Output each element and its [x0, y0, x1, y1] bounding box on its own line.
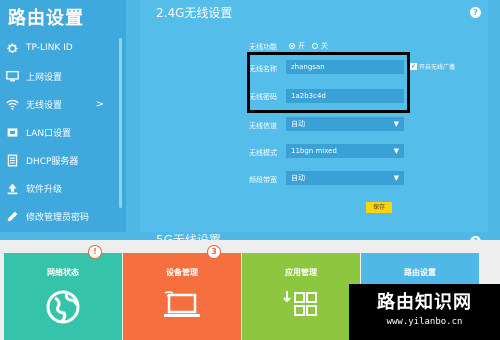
sidebar-item-wireless[interactable]: 无线设置 > — [0, 90, 126, 118]
broadcast-label: 开启无线广播 — [419, 64, 456, 71]
checkmark-icon: ✓ — [410, 63, 417, 70]
broadcast-checkbox[interactable]: ✓ 开启无线广播 — [410, 62, 455, 71]
chevron-down-icon: ▼ — [393, 120, 399, 128]
chevron-right-icon: > — [95, 98, 104, 110]
wireless-off-label: 关 — [321, 42, 328, 50]
tile-network-status[interactable]: ! 网络状态 — [4, 245, 122, 340]
tile-label: 应用管理 — [285, 268, 317, 277]
sidebar-item-label: 软件升级 — [26, 184, 63, 195]
radio-unselected-icon — [312, 43, 318, 49]
globe-icon — [4, 289, 122, 325]
highlight-box — [247, 52, 410, 113]
channel-label: 无线信道 — [249, 122, 277, 130]
apps-grid-icon — [242, 289, 360, 323]
sidebar-item-label: TP-LINK ID — [26, 43, 73, 53]
tile-device-management[interactable]: 3 设备管理 — [123, 245, 241, 340]
tile-label: 设备管理 — [166, 268, 198, 277]
laptop-icon — [123, 289, 241, 321]
channel-value: 自动 — [291, 120, 305, 128]
watermark-url: www.yilanbo.cn — [386, 317, 463, 327]
tile-label: 网络状态 — [47, 268, 79, 277]
wireless-off-radio[interactable]: 关 — [312, 41, 328, 51]
monitor-icon — [5, 69, 19, 83]
sidebar-item-internet[interactable]: 上网设置 — [0, 62, 126, 90]
watermark-title: 路由知识网 — [377, 292, 472, 313]
sidebar-item-label: 无线设置 — [26, 100, 63, 111]
bandwidth-label: 频段带宽 — [249, 176, 277, 184]
chevron-down-icon: ▼ — [393, 174, 399, 182]
sidebar-item-label: LAN口设置 — [26, 128, 72, 139]
wifi-icon — [5, 97, 19, 111]
wireless-function-label: 无线功能 — [249, 43, 277, 51]
mode-value: 11bgn mixed — [291, 147, 337, 155]
bandwidth-value: 自动 — [291, 174, 305, 182]
section-title: 2.4G无线设置 — [156, 6, 233, 20]
mode-select[interactable]: 11bgn mixed ▼ — [286, 144, 404, 158]
wireless-on-radio[interactable]: 开 — [289, 41, 305, 51]
chevron-down-icon: ▼ — [393, 147, 399, 155]
sidebar-item-label: 上网设置 — [26, 72, 63, 83]
save-button[interactable]: 保存 — [366, 202, 392, 213]
sidebar: 路由设置 TP-LINK ID 上网设置 无线设置 > LAN口设置 DHCP服… — [0, 0, 126, 232]
mode-label: 无线模式 — [249, 149, 277, 157]
count-badge: 3 — [207, 245, 221, 259]
channel-select[interactable]: 自动 ▼ — [286, 117, 404, 131]
sidebar-item-dhcp[interactable]: DHCP服务器 — [0, 146, 126, 174]
gear-icon — [5, 41, 19, 55]
sidebar-item-label: DHCP服务器 — [26, 156, 79, 167]
wireless-on-label: 开 — [298, 42, 305, 50]
radio-selected-icon — [289, 43, 295, 49]
sidebar-item-upgrade[interactable]: 软件升级 — [0, 174, 126, 202]
watermark: 路由知识网 www.yilanbo.cn — [349, 284, 500, 340]
sidebar-title: 路由设置 — [8, 8, 84, 29]
wireless-settings-panel: 2.4G无线设置 ? 无线功能 开 关 无线名称 zhangsan 无线密码 1… — [140, 0, 488, 247]
sidebar-item-label: 修改管理员密码 — [26, 212, 90, 223]
sidebar-item-tplink-id[interactable]: TP-LINK ID — [0, 34, 126, 62]
tile-label: 路由设置 — [404, 268, 436, 277]
sidebar-scrollbar[interactable] — [119, 38, 122, 208]
sidebar-item-lan[interactable]: LAN口设置 — [0, 118, 126, 146]
upload-icon — [5, 181, 19, 195]
dhcp-icon — [5, 153, 19, 167]
alert-badge: ! — [88, 245, 102, 259]
sidebar-item-admin-password[interactable]: 修改管理员密码 — [0, 202, 126, 230]
tile-app-management[interactable]: 应用管理 — [242, 253, 360, 340]
lan-port-icon — [5, 125, 19, 139]
pencil-icon — [5, 209, 19, 223]
bandwidth-select[interactable]: 自动 ▼ — [286, 171, 404, 185]
help-icon[interactable]: ? — [470, 7, 481, 18]
